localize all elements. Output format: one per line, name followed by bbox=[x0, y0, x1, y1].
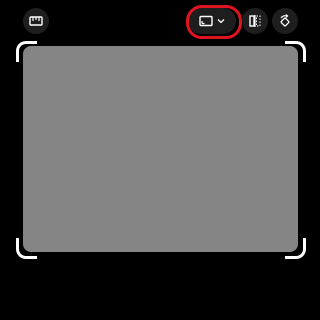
chevron-down-icon bbox=[217, 19, 225, 24]
rotate-button[interactable] bbox=[272, 8, 298, 34]
aspect-ratio-button[interactable] bbox=[188, 8, 236, 34]
crop-handle-bottom-left[interactable] bbox=[16, 238, 37, 259]
crop-handle-top-left[interactable] bbox=[16, 41, 37, 62]
image-preview[interactable] bbox=[23, 46, 298, 252]
straighten-button[interactable] bbox=[23, 8, 49, 34]
aspect-ratio-icon bbox=[199, 15, 213, 27]
crop-handle-bottom-right[interactable] bbox=[285, 238, 306, 259]
flip-icon bbox=[249, 15, 261, 27]
rotate-icon bbox=[280, 14, 290, 27]
flip-button[interactable] bbox=[242, 8, 268, 34]
crop-editor bbox=[0, 0, 320, 320]
ruler-icon bbox=[29, 16, 43, 26]
crop-handle-top-right[interactable] bbox=[285, 41, 306, 62]
